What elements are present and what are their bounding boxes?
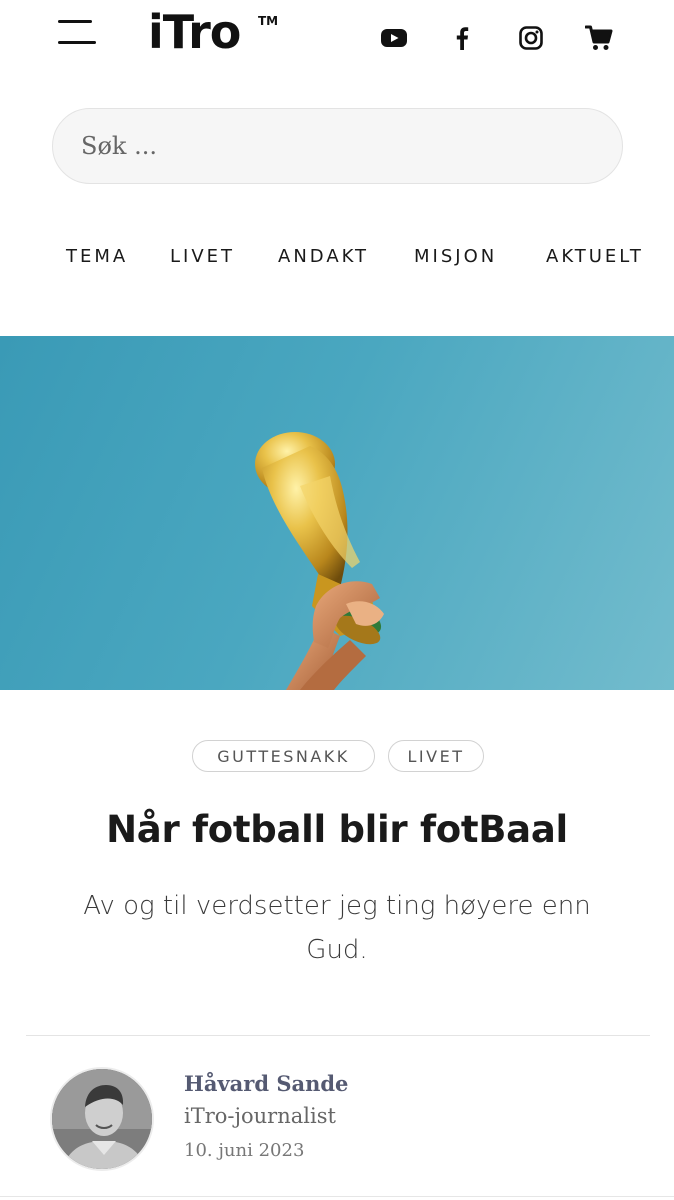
tag-guttesnakk[interactable]: GUTTESNAKK bbox=[192, 740, 375, 772]
instagram-icon[interactable] bbox=[515, 22, 547, 54]
site-logo[interactable]: iTro bbox=[148, 4, 241, 60]
search-box bbox=[52, 108, 623, 184]
logo-trademark: TM bbox=[258, 14, 279, 28]
search-input[interactable] bbox=[53, 109, 622, 183]
nav-item-misjon[interactable]: MISJON bbox=[414, 246, 497, 267]
nav-item-livet[interactable]: LIVET bbox=[170, 246, 235, 267]
hero-image bbox=[0, 336, 674, 690]
tag-livet[interactable]: LIVET bbox=[388, 740, 484, 772]
publish-date: 10. juni 2023 bbox=[184, 1140, 305, 1161]
facebook-icon[interactable] bbox=[446, 22, 478, 54]
divider bbox=[0, 1196, 674, 1197]
nav-item-aktuelt[interactable]: AKTUELT bbox=[546, 246, 644, 267]
main-nav: TEMA LIVET ANDAKT MISJON AKTUELT bbox=[0, 246, 674, 276]
youtube-icon[interactable] bbox=[378, 22, 410, 54]
cart-icon[interactable] bbox=[583, 22, 615, 54]
author-name[interactable]: Håvard Sande bbox=[184, 1071, 348, 1096]
nav-item-tema[interactable]: TEMA bbox=[66, 246, 128, 267]
divider bbox=[26, 1035, 650, 1036]
trophy-illustration bbox=[255, 432, 384, 690]
nav-item-andakt[interactable]: ANDAKT bbox=[278, 246, 369, 267]
author-avatar[interactable] bbox=[50, 1067, 154, 1171]
author-role: iTro-journalist bbox=[184, 1104, 336, 1128]
article-title: Når fotball blir fotBaal bbox=[106, 808, 568, 851]
article-lead: Av og til verdsetter jeg ting høyere enn… bbox=[83, 891, 591, 965]
site-header: iTro TM bbox=[0, 0, 674, 80]
menu-icon[interactable] bbox=[58, 20, 96, 48]
